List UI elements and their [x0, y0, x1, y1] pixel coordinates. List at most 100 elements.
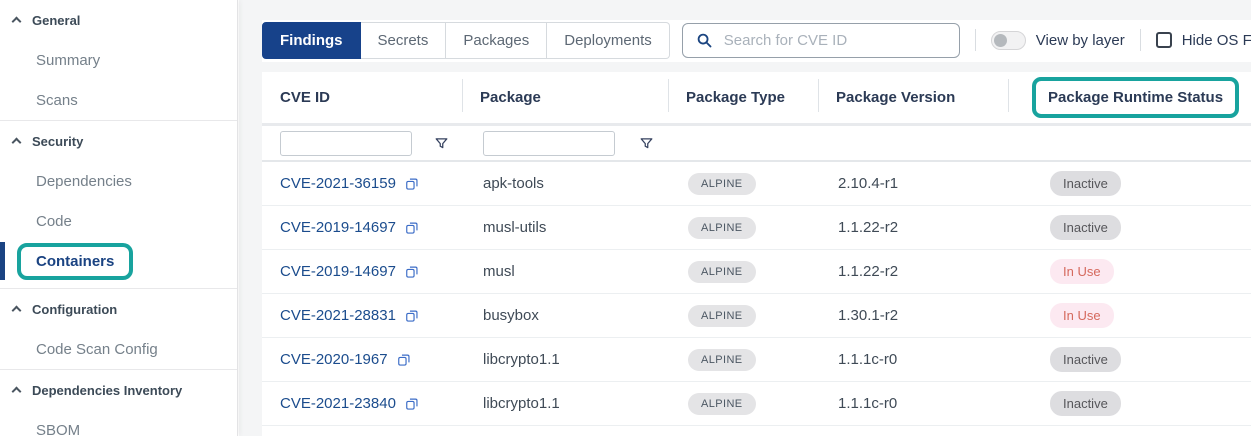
top-strip [239, 0, 1251, 20]
package-version-cell: 1.1.22-r2 [818, 263, 1008, 280]
sidebar-item-label: Dependencies [36, 173, 132, 190]
package-cell: libcrypto1.1 [462, 351, 668, 368]
view-by-layer-toggle[interactable] [991, 31, 1026, 50]
sidebar-section-header[interactable]: General [0, 0, 237, 40]
cve-search-box [682, 23, 960, 58]
sidebar: General Summary Scans Security Dependenc… [0, 0, 238, 436]
column-header-package[interactable]: Package [462, 72, 668, 123]
sidebar-item-label: Scans [36, 92, 78, 109]
sidebar-sections: General Summary Scans Security Dependenc… [0, 0, 237, 436]
package-type-badge: ALPINE [688, 261, 756, 283]
package-cell: busybox [462, 307, 668, 324]
sidebar-section-header[interactable]: Security [0, 121, 237, 161]
tab-packages[interactable]: Packages [446, 22, 547, 59]
package-type-cell: ALPINE [668, 305, 818, 327]
chevron-up-icon [12, 17, 22, 27]
tab-label: Findings [280, 32, 343, 49]
package-filter-cell [462, 126, 668, 160]
copy-icon[interactable] [405, 176, 419, 191]
table-row: CVE-2019-14697 musl-utils ALPINE 1.1.22-… [262, 206, 1251, 250]
sidebar-section-label: Configuration [32, 302, 117, 317]
toolbar-divider [975, 29, 976, 51]
sidebar-item-label: SBOM [36, 422, 80, 436]
sidebar-item-containers[interactable]: Containers [0, 241, 237, 281]
copy-icon[interactable] [405, 220, 419, 235]
sidebar-section-security: Security Dependencies Code Containers [0, 120, 237, 288]
column-header-package-type[interactable]: Package Type [668, 72, 818, 123]
sidebar-item-code-scan-config[interactable]: Code Scan Config [0, 329, 237, 369]
filter-icon[interactable] [639, 136, 654, 151]
chevron-up-icon [12, 306, 22, 316]
column-header-package-runtime-status[interactable]: Package Runtime Status [1008, 72, 1251, 123]
search-icon [696, 32, 713, 49]
table-row: CVE-2021-36159 apk-tools ALPINE 2.10.4-r… [262, 162, 1251, 206]
package-version-cell: 1.1.1c-r0 [818, 351, 1008, 368]
tab-label: Packages [463, 32, 529, 49]
column-header-package-version[interactable]: Package Version [818, 72, 1008, 123]
sidebar-section-header[interactable]: Dependencies Inventory [0, 370, 237, 410]
cve-link[interactable]: CVE-2021-36159 [280, 175, 396, 192]
runtime-status-badge: Inactive [1050, 347, 1121, 372]
cve-cell: CVE-2021-36159 [262, 175, 462, 192]
copy-icon[interactable] [405, 396, 419, 411]
findings-table: CVE ID Package Package Type Package Vers… [262, 62, 1251, 426]
tab-secrets[interactable]: Secrets [361, 22, 447, 59]
runtime-status-badge: In Use [1050, 303, 1114, 328]
runtime-status-badge: Inactive [1050, 215, 1121, 240]
content-gutter [239, 0, 262, 436]
sidebar-section-label: Dependencies Inventory [32, 383, 182, 398]
tab-group: Findings Secrets Packages Deployments [262, 22, 670, 59]
package-cell: musl-utils [462, 219, 668, 236]
runtime-status-badge: In Use [1050, 259, 1114, 284]
copy-icon[interactable] [405, 308, 419, 323]
cve-search-input[interactable] [724, 32, 946, 49]
annotation-highlight-containers: Containers [17, 243, 133, 280]
cve-link[interactable]: CVE-2019-14697 [280, 263, 396, 280]
runtime-status-cell: Inactive [1008, 215, 1251, 240]
tab-deployments[interactable]: Deployments [547, 22, 670, 59]
tab-findings[interactable]: Findings [262, 22, 361, 59]
annotation-highlight-runtime-status: Package Runtime Status [1032, 77, 1239, 118]
package-cell: musl [462, 263, 668, 280]
sidebar-item-scans[interactable]: Scans [0, 80, 237, 120]
package-type-badge: ALPINE [688, 393, 756, 415]
table-header-row: CVE ID Package Package Type Package Vers… [262, 72, 1251, 123]
sidebar-section-header[interactable]: Configuration [0, 289, 237, 329]
cve-link[interactable]: CVE-2019-14697 [280, 219, 396, 236]
cve-link[interactable]: CVE-2021-28831 [280, 307, 396, 324]
copy-icon[interactable] [405, 264, 419, 279]
package-type-badge: ALPINE [688, 173, 756, 195]
table-row: CVE-2021-28831 busybox ALPINE 1.30.1-r2 … [262, 294, 1251, 338]
table-gap [262, 62, 1251, 72]
copy-icon[interactable] [397, 352, 411, 367]
cve-cell: CVE-2019-14697 [262, 219, 462, 236]
toolbar: Findings Secrets Packages Deployments Vi… [262, 21, 1243, 59]
table-filter-row [262, 123, 1251, 162]
package-type-cell: ALPINE [668, 261, 818, 283]
hide-os-findings-checkbox[interactable] [1156, 32, 1172, 48]
cve-link[interactable]: CVE-2021-23840 [280, 395, 396, 412]
sidebar-item-dependencies[interactable]: Dependencies [0, 161, 237, 201]
sidebar-section-configuration: Configuration Code Scan Config [0, 288, 237, 369]
runtime-status-cell: In Use [1008, 303, 1251, 328]
tab-label: Deployments [564, 32, 652, 49]
package-filter-input[interactable] [483, 131, 615, 156]
sidebar-item-summary[interactable]: Summary [0, 40, 237, 80]
cve-filter-input[interactable] [280, 131, 412, 156]
sidebar-section-general: General Summary Scans [0, 0, 237, 120]
table-body: CVE-2021-36159 apk-tools ALPINE 2.10.4-r… [262, 162, 1251, 426]
package-type-cell: ALPINE [668, 393, 818, 415]
package-cell: apk-tools [462, 175, 668, 192]
sidebar-item-code[interactable]: Code [0, 201, 237, 241]
cve-cell: CVE-2020-1967 [262, 351, 462, 368]
table-row: CVE-2019-14697 musl ALPINE 1.1.22-r2 In … [262, 250, 1251, 294]
column-header-cve-id[interactable]: CVE ID [262, 72, 462, 123]
table-row: CVE-2020-1967 libcrypto1.1 ALPINE 1.1.1c… [262, 338, 1251, 382]
tab-label: Secrets [378, 32, 429, 49]
cve-link[interactable]: CVE-2020-1967 [280, 351, 388, 368]
filter-icon[interactable] [434, 136, 449, 151]
sidebar-item-sbom[interactable]: SBOM [0, 410, 237, 436]
package-version-cell: 2.10.4-r1 [818, 175, 1008, 192]
package-version-cell: 1.1.1c-r0 [818, 395, 1008, 412]
runtime-status-badge: Inactive [1050, 391, 1121, 416]
